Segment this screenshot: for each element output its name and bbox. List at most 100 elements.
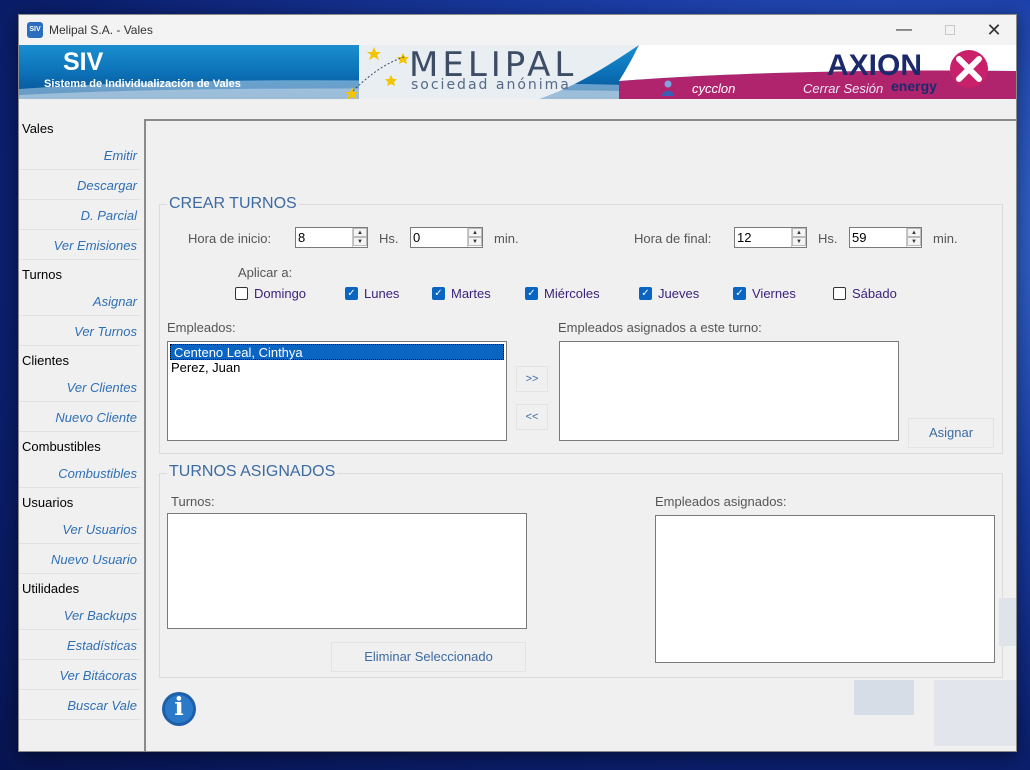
checkbox-label: Martes — [451, 286, 491, 301]
close-button[interactable]: ✕ — [971, 15, 1016, 45]
user-name: cycclon — [692, 81, 736, 96]
check-icon[interactable]: ✓ — [432, 287, 445, 300]
app-icon: SIV — [27, 22, 43, 38]
hora-inicio-hs-value: 8 — [298, 230, 306, 245]
hora-final-label: Hora de final: — [634, 231, 712, 246]
nav-header-utilidades: Utilidades — [22, 581, 80, 596]
stepper-arrows[interactable]: ▲ ▼ — [906, 228, 921, 247]
decorative-block — [854, 680, 914, 715]
company-logo-subtitle: sociedad anónima — [411, 77, 571, 93]
hora-final-min-stepper[interactable]: 59 ▲ ▼ — [849, 227, 922, 248]
check-icon[interactable]: ✓ — [733, 287, 746, 300]
axion-x-icon — [950, 50, 988, 88]
stepper-arrows[interactable]: ▲ ▼ — [352, 228, 367, 247]
hs-label: Hs. — [379, 231, 399, 246]
hora-inicio-label: Hora de inicio: — [188, 231, 272, 246]
checkbox-label: Lunes — [364, 286, 400, 301]
empleados-label: Empleados: — [167, 320, 236, 335]
add-employee-button[interactable]: >> — [516, 366, 548, 392]
nav-item-nuevo-usuario[interactable]: Nuevo Usuario — [19, 546, 140, 574]
checkbox-label: Sábado — [852, 286, 897, 301]
stepper-down-icon[interactable]: ▼ — [907, 237, 921, 246]
stepper-arrows[interactable]: ▲ ▼ — [791, 228, 806, 247]
nav-item-asignar[interactable]: Asignar — [19, 288, 140, 316]
check-icon[interactable]: ✓ — [345, 287, 358, 300]
hora-final-hs-value: 12 — [737, 230, 752, 245]
stepper-up-icon[interactable]: ▲ — [353, 228, 367, 237]
remove-employee-button[interactable]: << — [516, 404, 548, 430]
app-window: SIV Melipal S.A. - Vales — ✕ SIV Sistema… — [18, 14, 1017, 752]
app-subtitle: Sistema de Individualización de Vales — [44, 78, 241, 90]
stepper-down-icon[interactable]: ▼ — [468, 237, 482, 246]
nav-header-usuarios: Usuarios — [22, 495, 74, 510]
check-icon[interactable]: ✓ — [525, 287, 538, 300]
nav-item-buscar-vale[interactable]: Buscar Vale — [19, 692, 140, 720]
asignados-turno-label: Empleados asignados a este turno: — [558, 320, 762, 335]
logout-link[interactable]: Cerrar Sesión — [803, 81, 883, 96]
decorative-block — [999, 598, 1016, 646]
nav-item-estadisticas[interactable]: Estadísticas — [19, 632, 140, 660]
nav-item-ver-turnos[interactable]: Ver Turnos — [19, 318, 140, 346]
hora-final-hs-stepper[interactable]: 12 ▲ ▼ — [734, 227, 807, 248]
eliminar-seleccionado-button[interactable]: Eliminar Seleccionado — [331, 642, 526, 672]
nav-item-descargar[interactable]: Descargar — [19, 172, 140, 200]
nav-header-clientes: Clientes — [22, 353, 69, 368]
checkbox-label: Domingo — [254, 286, 307, 301]
nav-header-turnos: Turnos — [22, 267, 62, 282]
list-item[interactable]: Centeno Leal, Cinthya — [170, 344, 504, 360]
hora-final-min-value: 59 — [852, 230, 867, 245]
crear-turnos-title: CREAR TURNOS — [167, 195, 299, 213]
stepper-up-icon[interactable]: ▲ — [792, 228, 806, 237]
checkbox-label: Viernes — [752, 286, 796, 301]
asignar-button[interactable]: Asignar — [908, 418, 994, 448]
turnos-listbox[interactable] — [167, 513, 527, 629]
checkbox-box[interactable] — [833, 287, 846, 300]
aplicar-label: Aplicar a: — [238, 265, 293, 280]
decorative-block — [934, 680, 1016, 746]
empleados-asignados-listbox[interactable] — [655, 515, 995, 663]
nav-header-combustibles: Combustibles — [22, 439, 101, 454]
maximize-button[interactable] — [927, 15, 973, 45]
list-item[interactable]: Perez, Juan — [168, 360, 506, 376]
hora-inicio-min-value: 0 — [413, 230, 421, 245]
nav-item-combustibles[interactable]: Combustibles — [19, 460, 140, 488]
main-panel: CREAR TURNOS Hora de inicio: 8 ▲ ▼ Hs. 0 … — [146, 119, 1016, 751]
nav-item-ver-backups[interactable]: Ver Backups — [19, 602, 140, 630]
maximize-icon — [945, 24, 955, 35]
nav-item-ver-usuarios[interactable]: Ver Usuarios — [19, 516, 140, 544]
window-title: Melipal S.A. - Vales — [49, 23, 153, 37]
header-banner: SIV Sistema de Individualización de Vale… — [19, 45, 1016, 99]
nav-item-ver-bitacoras[interactable]: Ver Bitácoras — [19, 662, 140, 690]
nav-item-nuevo-cliente[interactable]: Nuevo Cliente — [19, 404, 140, 432]
empleados-listbox[interactable]: Centeno Leal, Cinthya Perez, Juan — [167, 341, 507, 441]
nav-item-ver-clientes[interactable]: Ver Clientes — [19, 374, 140, 402]
minimize-button[interactable]: — — [881, 15, 927, 45]
nav-item-emitir[interactable]: Emitir — [19, 142, 140, 170]
app-name: SIV — [63, 48, 104, 76]
stepper-down-icon[interactable]: ▼ — [353, 237, 367, 246]
stepper-up-icon[interactable]: ▲ — [468, 228, 482, 237]
checkbox-label: Jueves — [658, 286, 700, 301]
turnos-label: Turnos: — [171, 494, 215, 509]
hora-inicio-min-stepper[interactable]: 0 ▲ ▼ — [410, 227, 483, 248]
min-label-final: min. — [933, 231, 958, 246]
nav-item-descarga-parcial[interactable]: D. Parcial — [19, 202, 140, 230]
min-label: min. — [494, 231, 519, 246]
check-icon[interactable]: ✓ — [639, 287, 652, 300]
nav-header-vales: Vales — [22, 121, 54, 136]
asignados-turno-listbox[interactable] — [559, 341, 899, 441]
turnos-asignados-title: TURNOS ASIGNADOS — [167, 463, 338, 481]
hs-label-final: Hs. — [818, 231, 838, 246]
stepper-up-icon[interactable]: ▲ — [907, 228, 921, 237]
empleados-asignados-label: Empleados asignados: — [655, 494, 787, 509]
sidebar: Vales Emitir Descargar D. Parcial Ver Em… — [19, 119, 143, 749]
checkbox-label: Miércoles — [544, 286, 600, 301]
partner-logo-subtitle: energy — [891, 78, 937, 94]
title-bar: SIV Melipal S.A. - Vales — ✕ — [19, 15, 1016, 45]
info-icon-glyph: i — [174, 692, 184, 721]
hora-inicio-hs-stepper[interactable]: 8 ▲ ▼ — [295, 227, 368, 248]
nav-item-ver-emisiones[interactable]: Ver Emisiones — [19, 232, 140, 260]
checkbox-box[interactable] — [235, 287, 248, 300]
stepper-arrows[interactable]: ▲ ▼ — [467, 228, 482, 247]
stepper-down-icon[interactable]: ▼ — [792, 237, 806, 246]
